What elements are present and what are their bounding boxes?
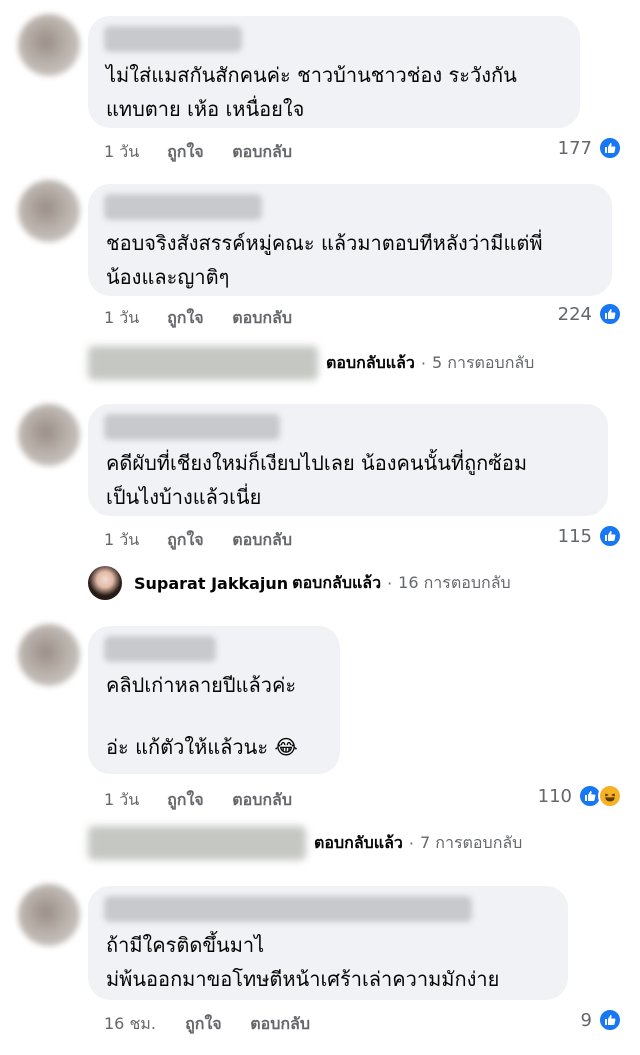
replier-redacted <box>88 346 318 380</box>
replier-avatar <box>88 566 122 600</box>
comment-actions: 16 ชม. ถูกใจ ตอบกลับ <box>104 1012 310 1037</box>
comment-bubble: คลิปเก่าหลายปีแล้วค่ะ อ่ะ แก้ตัวให้แล้วน… <box>88 626 340 774</box>
comment-bubble: ชอบจริงสังสรรค์หมู่คณะ แล้วมาตอบทีหลังว่… <box>88 184 612 296</box>
like-reaction-icon <box>598 302 622 326</box>
comment-time[interactable]: 16 ชม. <box>104 1012 180 1037</box>
comment-text-line: ม่พ้นออกมาขอโทษตีหน้าเศร้าเล่าความมักง่า… <box>106 967 500 991</box>
like-link[interactable]: ถูกใจ <box>167 528 227 553</box>
reaction-count: 177 <box>557 137 592 159</box>
commenter-avatar[interactable] <box>18 884 80 946</box>
reply-link[interactable]: ตอบกลับ <box>232 788 292 813</box>
comment-text-line: คลิปเก่าหลายปีแล้วค่ะ <box>106 673 297 697</box>
comment-time[interactable]: 1 วัน <box>104 306 162 331</box>
reaction-count: 110 <box>537 785 572 807</box>
comment-time[interactable]: 1 วัน <box>104 528 162 553</box>
haha-reaction-icon <box>598 784 622 808</box>
comment-actions: 1 วัน ถูกใจ ตอบกลับ <box>104 528 292 553</box>
comment-bubble: ไม่ใส่แมสกันสักคนค่ะ ชาวบ้านชาวช่อง ระวั… <box>88 16 580 128</box>
reaction-count: 224 <box>557 303 592 325</box>
reply-link[interactable]: ตอบกลับ <box>250 1012 310 1037</box>
comment-text-line: เป็นไงบ้างแล้วเนี่ย <box>106 485 262 509</box>
view-replies-link[interactable]: ตอบกลับแล้ว · 5 การตอบกลับ <box>88 346 534 380</box>
like-link[interactable]: ถูกใจ <box>167 140 227 165</box>
separator-dot: · <box>387 573 393 593</box>
commenter-name-redacted[interactable] <box>104 26 242 52</box>
separator-dot: · <box>408 833 414 853</box>
comment-text-line: แทบตาย เห้อ เหนื่อยใจ <box>106 97 305 121</box>
comment-time[interactable]: 1 วัน <box>104 788 162 813</box>
separator-dot: · <box>420 353 426 373</box>
commenter-name-redacted[interactable] <box>104 414 280 440</box>
comment-text-line: ชอบจริงสังสรรค์หมู่คณะ แล้วมาตอบทีหลังว่… <box>106 231 543 255</box>
commenter-name-redacted[interactable] <box>104 194 262 220</box>
view-replies-link[interactable]: Suparat Jakkajun ตอบกลับแล้ว · 16 การตอบ… <box>88 566 511 600</box>
like-reaction-icon <box>598 136 622 160</box>
reaction-summary[interactable]: 9 <box>581 1008 622 1032</box>
replier-redacted <box>88 826 306 860</box>
commenter-name-redacted[interactable] <box>104 896 472 922</box>
reply-action: ตอบกลับแล้ว <box>326 352 415 372</box>
reaction-count: 9 <box>580 1009 592 1031</box>
comment-text-line: อ่ะ แก้ตัวให้แล้วนะ 😂 <box>106 735 298 759</box>
like-reaction-icon <box>598 1008 622 1032</box>
like-link[interactable]: ถูกใจ <box>167 788 227 813</box>
reaction-count: 115 <box>557 525 592 547</box>
reaction-summary[interactable]: 177 <box>558 136 622 160</box>
like-link[interactable]: ถูกใจ <box>185 1012 245 1037</box>
commenter-name-redacted[interactable] <box>104 636 216 662</box>
reply-count: 5 การตอบกลับ <box>432 352 535 372</box>
comment-bubble: คดีผับที่เชียงใหม่ก็เงียบไปเลย น้องคนนั้… <box>88 404 608 516</box>
reply-count: 16 การตอบกลับ <box>398 572 511 592</box>
comment-actions: 1 วัน ถูกใจ ตอบกลับ <box>104 788 292 813</box>
comment-time[interactable]: 1 วัน <box>104 140 162 165</box>
reaction-summary[interactable]: 115 <box>558 524 622 548</box>
comment-actions: 1 วัน ถูกใจ ตอบกลับ <box>104 306 292 331</box>
reply-link[interactable]: ตอบกลับ <box>232 528 292 553</box>
reply-link[interactable]: ตอบกลับ <box>232 140 292 165</box>
commenter-avatar[interactable] <box>18 404 80 466</box>
replier-name[interactable]: Suparat Jakkajun <box>134 574 288 593</box>
comment-text-line: คดีผับที่เชียงใหม่ก็เงียบไปเลย น้องคนนั้… <box>106 451 528 475</box>
comment-bubble: ถ้ามีใครติดขึ้นมาไ ม่พ้นออกมาขอโทษตีหน้า… <box>88 886 568 1000</box>
reply-action: ตอบกลับแล้ว <box>292 572 382 592</box>
like-reaction-icon <box>598 524 622 548</box>
commenter-avatar[interactable] <box>18 14 80 76</box>
comment-actions: 1 วัน ถูกใจ ตอบกลับ <box>104 140 292 165</box>
reaction-summary[interactable]: 110 <box>538 784 622 808</box>
reply-count: 7 การตอบกลับ <box>420 832 523 852</box>
reaction-summary[interactable]: 224 <box>558 302 622 326</box>
comment-text-line: น้องและญาติๆ <box>106 265 230 289</box>
view-replies-link[interactable]: ตอบกลับแล้ว · 7 การตอบกลับ <box>88 826 522 860</box>
like-link[interactable]: ถูกใจ <box>167 306 227 331</box>
commenter-avatar[interactable] <box>18 180 80 242</box>
comment-text-line: ไม่ใส่แมสกันสักคนค่ะ ชาวบ้านชาวช่อง ระวั… <box>106 63 517 87</box>
reply-link[interactable]: ตอบกลับ <box>232 306 292 331</box>
comment-text-line: ถ้ามีใครติดขึ้นมาไ <box>106 933 265 957</box>
reply-action: ตอบกลับแล้ว <box>314 832 403 852</box>
commenter-avatar[interactable] <box>18 624 80 686</box>
